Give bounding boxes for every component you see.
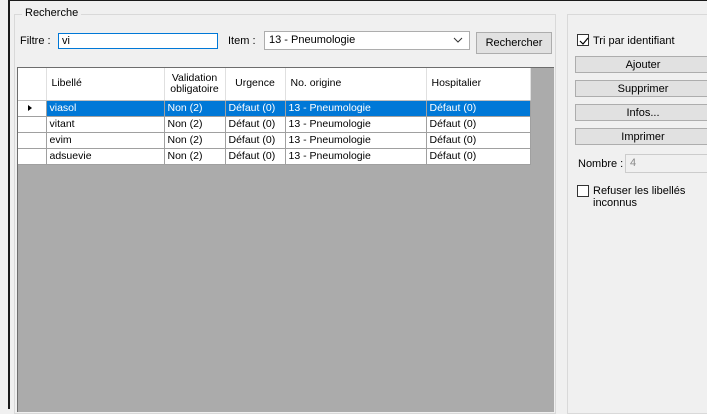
cell-origine[interactable]: 13 - Pneumologie — [285, 116, 427, 133]
checkmark-icon — [579, 37, 589, 45]
sort-by-id-label[interactable]: Tri par identifiant — [593, 35, 675, 47]
table-row[interactable]: evim Non (2) Défaut (0) 13 - Pneumologie… — [18, 132, 531, 149]
item-combobox-value: 13 - Pneumologie — [269, 34, 356, 46]
row-header-corner — [18, 68, 47, 101]
search-group-title: Recherche — [22, 7, 82, 19]
print-button[interactable]: Imprimer — [575, 128, 707, 145]
results-grid[interactable]: Libellé Validation obligatoire Urgence N… — [17, 67, 554, 412]
cell-hospitalier[interactable]: Défaut (0) — [426, 148, 531, 165]
cell-hospitalier[interactable]: Défaut (0) — [426, 132, 531, 149]
sort-by-id-checkbox[interactable] — [577, 34, 589, 46]
column-header-validation[interactable]: Validation obligatoire — [164, 68, 226, 101]
info-button[interactable]: Infos... — [575, 104, 707, 121]
cell-validation[interactable]: Non (2) — [164, 148, 226, 165]
column-header-origine[interactable]: No. origine — [285, 68, 427, 101]
cell-hospitalier[interactable]: Défaut (0) — [426, 100, 531, 117]
item-label: Item : — [228, 35, 256, 47]
refuse-unknown-labels-checkbox[interactable] — [577, 185, 589, 197]
cell-libelle[interactable]: evim — [46, 132, 165, 149]
count-label: Nombre : — [578, 158, 624, 170]
cell-validation[interactable]: Non (2) — [164, 116, 226, 133]
cell-hospitalier[interactable]: Défaut (0) — [426, 116, 531, 133]
add-button[interactable]: Ajouter — [575, 56, 707, 73]
table-row[interactable]: viasol Non (2) Défaut (0) 13 - Pneumolog… — [18, 100, 531, 117]
column-header-urgence[interactable]: Urgence — [225, 68, 286, 101]
cell-validation[interactable]: Non (2) — [164, 100, 226, 117]
refuse-unknown-labels-label[interactable]: Refuser les libellés inconnus — [593, 185, 707, 209]
count-field: 4 — [625, 154, 707, 173]
cell-libelle[interactable]: adsuevie — [46, 148, 165, 165]
delete-button[interactable]: Supprimer — [575, 80, 707, 97]
row-header[interactable] — [18, 100, 47, 117]
results-table: Libellé Validation obligatoire Urgence N… — [18, 68, 531, 165]
cell-origine[interactable]: 13 - Pneumologie — [285, 148, 427, 165]
row-header[interactable] — [18, 132, 47, 149]
cell-urgence[interactable]: Défaut (0) — [225, 100, 286, 117]
table-row[interactable]: adsuevie Non (2) Défaut (0) 13 - Pneumol… — [18, 148, 531, 165]
row-header[interactable] — [18, 116, 47, 133]
filter-label: Filtre : — [20, 35, 51, 47]
filter-input[interactable] — [58, 33, 218, 49]
cell-urgence[interactable]: Défaut (0) — [225, 116, 286, 133]
table-row[interactable]: vitant Non (2) Défaut (0) 13 - Pneumolog… — [18, 116, 531, 133]
column-header-hospitalier[interactable]: Hospitalier — [426, 68, 531, 101]
window-frame-top — [8, 0, 707, 1]
row-header[interactable] — [18, 148, 47, 165]
cell-libelle[interactable]: viasol — [46, 100, 165, 117]
chevron-down-icon — [453, 37, 463, 43]
search-button[interactable]: Rechercher — [476, 32, 552, 54]
cell-origine[interactable]: 13 - Pneumologie — [285, 100, 427, 117]
item-combobox[interactable]: 13 - Pneumologie — [264, 31, 470, 50]
column-header-libelle[interactable]: Libellé — [46, 68, 165, 101]
options-panel — [567, 14, 707, 414]
window-frame-left — [8, 0, 10, 409]
cell-urgence[interactable]: Défaut (0) — [225, 148, 286, 165]
cell-validation[interactable]: Non (2) — [164, 132, 226, 149]
current-row-arrow-icon — [28, 104, 32, 111]
cell-urgence[interactable]: Défaut (0) — [225, 132, 286, 149]
cell-origine[interactable]: 13 - Pneumologie — [285, 132, 427, 149]
cell-libelle[interactable]: vitant — [46, 116, 165, 133]
